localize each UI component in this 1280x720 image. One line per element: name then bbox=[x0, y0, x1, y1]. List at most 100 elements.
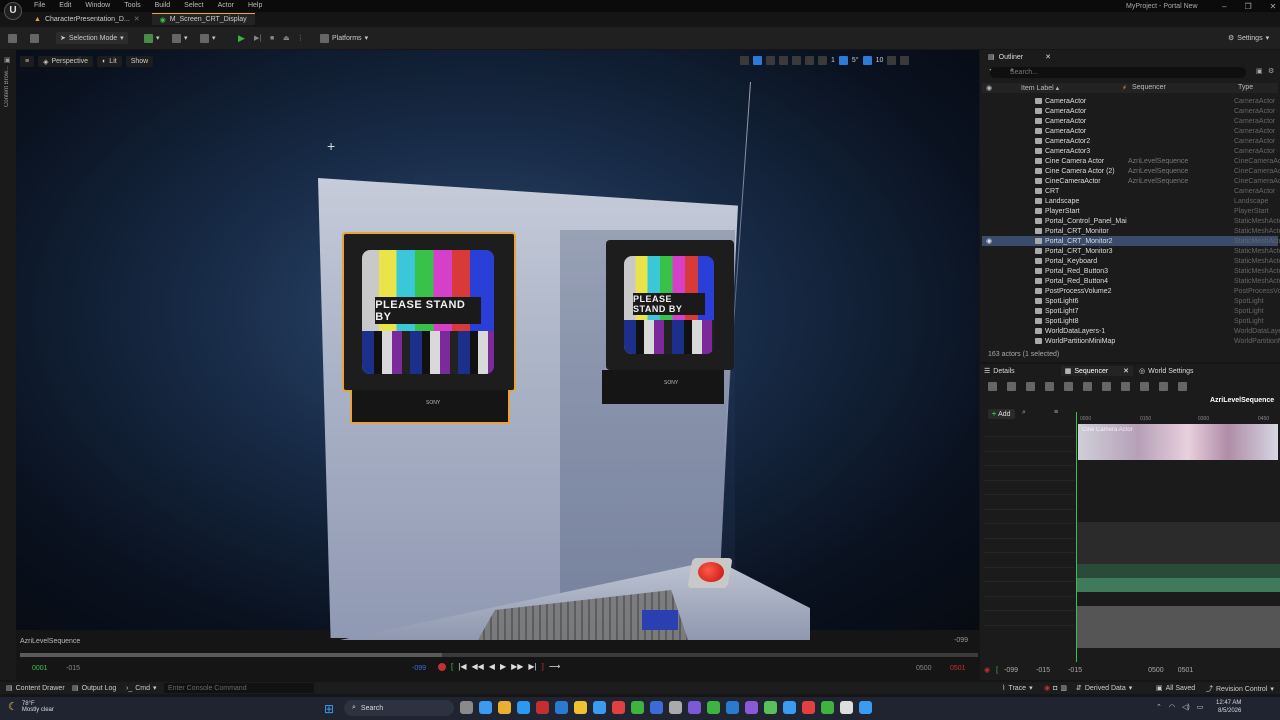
play-icon[interactable]: ▶ bbox=[500, 662, 506, 671]
outliner-row[interactable]: CameraActor CameraActor bbox=[982, 106, 1278, 116]
chevron-up-icon[interactable]: ⌃ bbox=[1156, 703, 1162, 711]
key-icon[interactable] bbox=[1159, 382, 1168, 391]
volume-icon[interactable]: ◁) bbox=[1182, 703, 1190, 711]
layout-icon[interactable] bbox=[900, 56, 910, 65]
outliner-search-input[interactable]: Search... bbox=[990, 67, 1246, 78]
minimize-button[interactable]: – bbox=[1222, 2, 1226, 11]
outliner-row[interactable]: Cine Camera Actor AzriLevelSequence CineCa… bbox=[982, 156, 1280, 166]
sequencer-track[interactable] bbox=[1076, 606, 1280, 620]
jump-end-icon[interactable]: ▶| bbox=[528, 662, 536, 671]
all-saved-button[interactable]: ▣ All Saved bbox=[1156, 684, 1195, 693]
scale-icon[interactable] bbox=[779, 56, 788, 65]
taskbar-app-icon[interactable] bbox=[783, 701, 796, 714]
col-sequencer[interactable]: Sequencer bbox=[1132, 84, 1166, 91]
taskbar-app-icon[interactable] bbox=[821, 701, 834, 714]
tab-details[interactable]: ☰ Details bbox=[984, 367, 1015, 376]
taskbar-app-icon[interactable] bbox=[593, 701, 606, 714]
add-track-button[interactable]: + Add bbox=[988, 409, 1015, 419]
windows-start-icon[interactable]: ⊞ bbox=[324, 702, 334, 716]
visibility-icon[interactable]: ◉ bbox=[986, 84, 992, 92]
play-reverse-icon[interactable]: ◀ bbox=[489, 662, 495, 671]
world-icon[interactable] bbox=[988, 382, 997, 391]
sequencer-track[interactable] bbox=[1076, 536, 1280, 550]
trace-dropdown[interactable]: ⌇ Trace ▾ bbox=[1002, 684, 1033, 693]
col-item-label[interactable]: Item Label ▴ bbox=[1021, 84, 1059, 92]
start-frame[interactable]: 0001 bbox=[32, 665, 48, 672]
taskbar-app-icon[interactable] bbox=[460, 701, 473, 714]
keyframe-icon[interactable] bbox=[1064, 382, 1073, 391]
taskbar-app-icon[interactable] bbox=[612, 701, 625, 714]
rotate-icon[interactable] bbox=[766, 56, 775, 65]
menu-window[interactable]: Window bbox=[85, 2, 110, 9]
sequencer-track[interactable] bbox=[1076, 522, 1280, 536]
content-browser-strip[interactable]: ▣ Content Brow... bbox=[0, 50, 16, 680]
record-icon[interactable] bbox=[438, 662, 446, 671]
taskbar-app-icon[interactable] bbox=[536, 701, 549, 714]
add-actor-button[interactable]: ▾ bbox=[144, 32, 160, 44]
jump-start-icon[interactable]: [ bbox=[996, 667, 998, 674]
prev-key-icon[interactable]: ◀◀ bbox=[471, 662, 483, 671]
render-icon[interactable] bbox=[1045, 382, 1054, 391]
menu-tools[interactable]: Tools bbox=[124, 2, 140, 9]
world-icon[interactable] bbox=[792, 56, 801, 65]
taskbar-app-icon[interactable] bbox=[726, 701, 739, 714]
cinematics-button[interactable]: ▾ bbox=[200, 32, 216, 44]
outliner-row[interactable]: Cine Camera Actor (2) AzriLevelSequence Ci… bbox=[982, 166, 1280, 176]
lit-button[interactable]: ◐ Lit bbox=[97, 56, 122, 67]
outliner-row[interactable]: CameraActor3 CameraActor bbox=[982, 146, 1278, 156]
tab-world-settings[interactable]: ◎ World Settings bbox=[1139, 367, 1194, 376]
sequencer-track[interactable] bbox=[1076, 634, 1280, 648]
current-frame[interactable]: -099 bbox=[412, 665, 426, 672]
outliner-row[interactable]: PostProcessVolume2 PostProcessVolume bbox=[982, 286, 1280, 296]
outliner-row[interactable]: SpotLight7 SpotLight bbox=[982, 306, 1278, 316]
taskbar-app-icon[interactable] bbox=[802, 701, 815, 714]
outliner-row[interactable]: Portal_CRT_Monitor3 StaticMeshActor bbox=[982, 246, 1280, 256]
outliner-row[interactable]: SpotLight6 SpotLight bbox=[982, 296, 1278, 306]
outliner-row[interactable]: CineCameraActor AzriLevelSequence CineCame… bbox=[982, 176, 1280, 186]
outliner-row[interactable]: ◉ Portal_CRT_Monitor2 StaticMeshActor bbox=[982, 236, 1280, 246]
track-area[interactable] bbox=[1076, 464, 1280, 664]
taskbar-app-icon[interactable] bbox=[479, 701, 492, 714]
taskbar-app-icon[interactable] bbox=[859, 701, 872, 714]
outliner-row[interactable]: Portal_CRT_Monitor StaticMeshActor bbox=[982, 226, 1280, 236]
outliner-row[interactable]: Landscape Landscape bbox=[982, 196, 1278, 206]
menu-edit[interactable]: Edit bbox=[59, 2, 71, 9]
show-button[interactable]: Show bbox=[125, 56, 154, 67]
end-marker-icon[interactable]: ] bbox=[542, 662, 544, 671]
angle-snap-icon[interactable] bbox=[838, 56, 848, 65]
clock[interactable]: 12:47 AM 8/5/2026 bbox=[1216, 699, 1241, 715]
stop-button[interactable]: ■ bbox=[270, 32, 274, 44]
close-icon[interactable]: ✕ bbox=[1123, 367, 1129, 375]
wrench-icon[interactable] bbox=[1102, 382, 1111, 391]
select-icon[interactable] bbox=[740, 56, 749, 65]
save-icon[interactable] bbox=[1007, 382, 1016, 391]
outliner-row[interactable]: Portal_Red_Button3 StaticMeshActor bbox=[982, 266, 1280, 276]
platforms-dropdown[interactable]: Platforms ▾ bbox=[320, 32, 368, 44]
snap-icon[interactable] bbox=[1140, 382, 1149, 391]
add-folder-icon[interactable]: ▣ bbox=[1256, 67, 1263, 75]
outliner-row[interactable]: CameraActor CameraActor bbox=[982, 96, 1278, 106]
red-button[interactable] bbox=[698, 562, 724, 582]
angle-snap-value[interactable]: 5° bbox=[852, 57, 859, 64]
content-drawer-button[interactable]: ▤ Content Drawer bbox=[6, 684, 65, 693]
output-log-button[interactable]: ▤ Output Log bbox=[72, 684, 116, 693]
outliner-row[interactable]: CRT CameraActor bbox=[982, 186, 1278, 196]
menu-build[interactable]: Build bbox=[155, 2, 171, 9]
eye-icon[interactable] bbox=[1121, 382, 1130, 391]
surface-snap-icon[interactable] bbox=[805, 56, 814, 65]
tab-outliner[interactable]: ▤ Outliner ✕ bbox=[982, 51, 1057, 63]
trace-controls[interactable]: ◉ ◘ ▥ bbox=[1044, 684, 1067, 693]
outliner-row[interactable]: CameraActor2 CameraActor bbox=[982, 136, 1278, 146]
close-icon[interactable]: ✕ bbox=[1045, 53, 1051, 61]
loop-icon[interactable]: ⟶ bbox=[549, 662, 560, 671]
taskbar-app-icon[interactable] bbox=[555, 701, 568, 714]
grid-snap-icon[interactable] bbox=[818, 56, 827, 65]
taskbar-app-icon[interactable] bbox=[840, 701, 853, 714]
outliner-row[interactable]: WorldDataLayers-1 WorldDataLayers bbox=[982, 326, 1280, 336]
save-button[interactable] bbox=[8, 32, 17, 44]
outliner-row[interactable]: SpotLight8 SpotLight bbox=[982, 316, 1278, 326]
tab-character-presentation[interactable]: ▲ CharacterPresentation_D... ✕ bbox=[26, 13, 148, 25]
end-frame[interactable]: 0501 bbox=[950, 665, 966, 672]
menu-file[interactable]: File bbox=[34, 2, 45, 9]
unreal-logo-icon[interactable]: U bbox=[4, 2, 22, 20]
